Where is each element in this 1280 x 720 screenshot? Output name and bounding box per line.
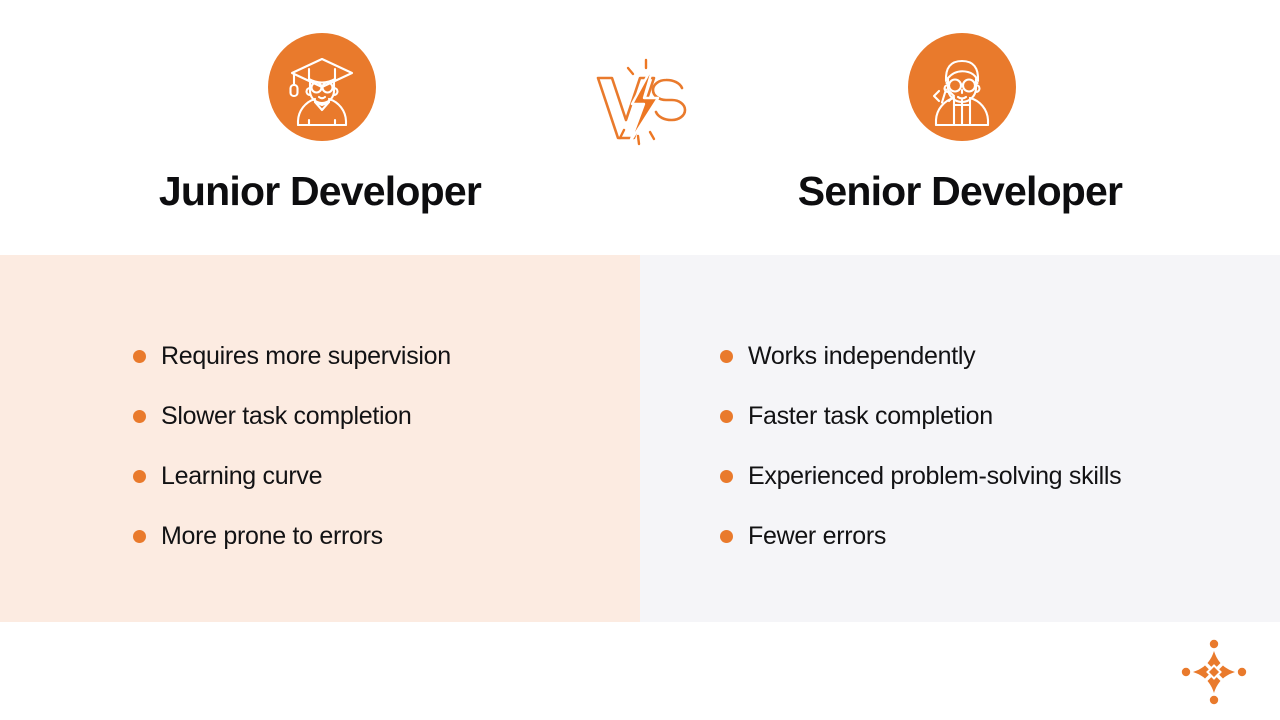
comparison-slide: Junior Developer Senior Developer Requir…: [0, 0, 1280, 720]
list-item: More prone to errors: [133, 506, 451, 566]
bullet-dot-icon: [720, 469, 733, 483]
list-item: Slower task completion: [133, 386, 451, 446]
junior-icon-badge: [268, 33, 376, 141]
versus-lightning-bolt-icon: [596, 58, 687, 146]
bullet-dot-icon: [133, 409, 146, 423]
list-item: Fewer errors: [720, 506, 1121, 566]
junior-panel: Requires more supervision Slower task co…: [0, 255, 640, 622]
senior-bullet-list: Works independently Faster task completi…: [720, 326, 1122, 566]
list-item: Learning curve: [133, 446, 451, 506]
bullet-dot-icon: [133, 349, 146, 363]
list-item-label: Learning curve: [161, 461, 323, 490]
list-item-label: More prone to errors: [161, 521, 383, 550]
senior-panel: Works independently Faster task completi…: [640, 255, 1280, 622]
list-item: Faster task completion: [720, 386, 1121, 446]
logo-dot-top: [1209, 639, 1219, 649]
lightning-bolt: [628, 62, 660, 144]
junior-bullet-list: Requires more supervision Slower task co…: [133, 326, 451, 566]
senior-icon-badge: [908, 33, 1016, 141]
comparison-panels: Requires more supervision Slower task co…: [0, 255, 1280, 622]
graduate-student-icon: [289, 57, 354, 127]
list-item-label: Experienced problem-solving skills: [748, 461, 1122, 490]
junior-column-title: Junior Developer: [158, 168, 482, 214]
senior-column-title: Senior Developer: [797, 168, 1123, 214]
logo-dot-right: [1237, 667, 1247, 677]
bullet-dot-icon: [720, 349, 733, 363]
logo-dot-left: [1181, 667, 1191, 677]
list-item-label: Works independently: [748, 341, 976, 370]
slide-header: Junior Developer Senior Developer: [0, 0, 1280, 255]
logo-dot-bottom: [1209, 695, 1219, 705]
list-item: Works independently: [720, 326, 1121, 386]
brand-logo: [1180, 638, 1248, 706]
list-item-label: Faster task completion: [748, 401, 993, 430]
versus-badge: [588, 52, 694, 148]
bullet-dot-icon: [133, 529, 146, 543]
developer-person-code-icon: [932, 59, 990, 127]
four-point-star-logo: [1181, 639, 1247, 705]
list-item: Experienced problem-solving skills: [720, 446, 1122, 506]
bullet-dot-icon: [133, 469, 146, 483]
list-item-label: Slower task completion: [161, 401, 412, 430]
list-item-label: Requires more supervision: [161, 341, 451, 370]
list-item-label: Fewer errors: [748, 521, 887, 550]
bullet-dot-icon: [720, 529, 733, 543]
bullet-dot-icon: [720, 409, 733, 423]
list-item: Requires more supervision: [133, 326, 451, 386]
